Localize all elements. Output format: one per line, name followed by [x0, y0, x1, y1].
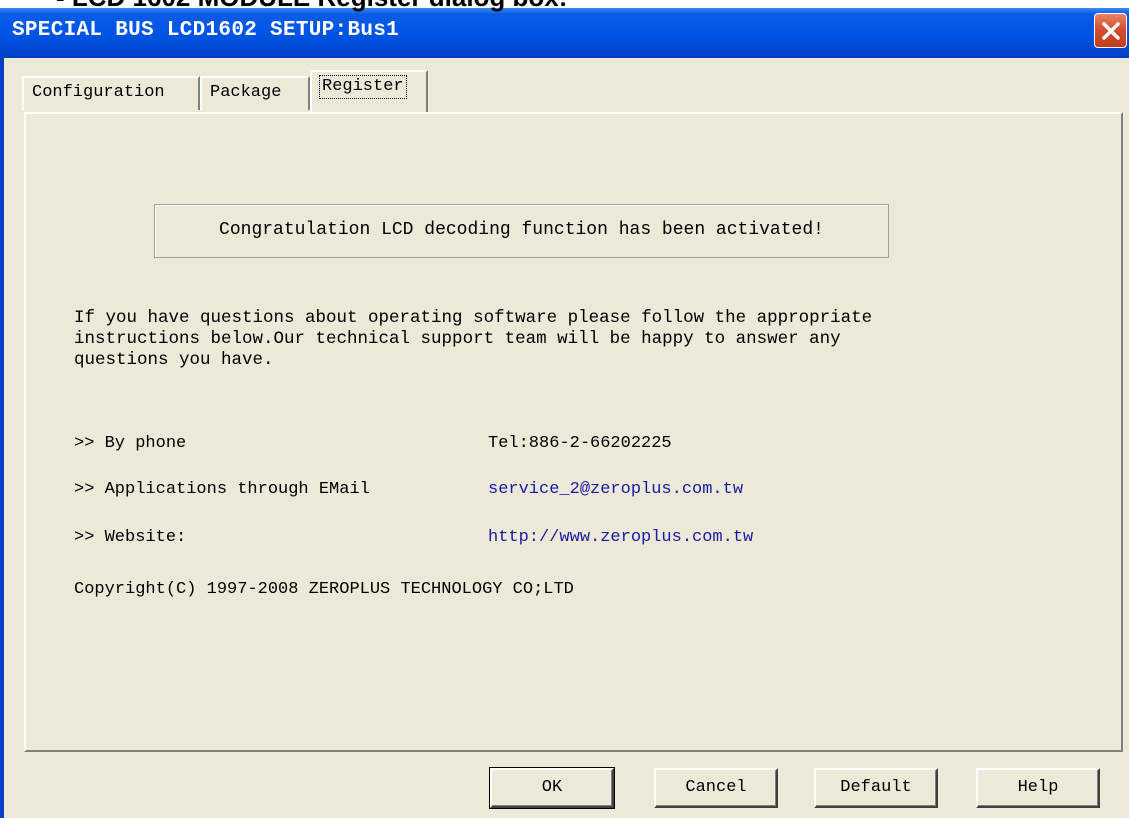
copyright-text: Copyright(C) 1997-2008 ZEROPLUS TECHNOLO… — [74, 580, 574, 599]
email-link[interactable]: service_2@zeroplus.com.tw — [488, 480, 743, 499]
contact-row-email: >> Applications through EMail — [74, 480, 370, 499]
default-button[interactable]: Default — [814, 768, 938, 808]
website-link[interactable]: http://www.zeroplus.com.tw — [488, 528, 753, 547]
tab-label: Package — [210, 83, 282, 102]
tab-package[interactable]: Package — [200, 76, 310, 110]
cancel-button[interactable]: Cancel — [654, 768, 778, 808]
register-panel: Congratulation LCD decoding function has… — [24, 112, 1123, 752]
tab-label: Configuration — [32, 83, 165, 102]
contact-label: >> By phone — [74, 434, 187, 453]
close-button[interactable] — [1094, 13, 1127, 48]
intro-line: instructions below.Our technical support… — [74, 329, 841, 349]
screenshot: - LCD 1602 MODULE Register dialog box: S… — [0, 0, 1129, 818]
document-caption: - LCD 1602 MODULE Register dialog box: — [56, 0, 567, 10]
tab-register[interactable]: Register — [310, 70, 428, 112]
support-intro: If you have questions about operating so… — [74, 308, 1074, 371]
intro-line: questions you have. — [74, 350, 274, 370]
title-bar[interactable]: SPECIAL BUS LCD1602 SETUP:Bus1 — [0, 8, 1129, 58]
dialog-window: SPECIAL BUS LCD1602 SETUP:Bus1 Configura… — [0, 8, 1129, 818]
contact-row-phone: >> By phone — [74, 434, 186, 453]
close-icon — [1102, 22, 1120, 40]
tab-label: Register — [319, 75, 407, 99]
contact-label: >> Website: — [74, 528, 187, 547]
window-title: SPECIAL BUS LCD1602 SETUP:Bus1 — [12, 19, 400, 42]
help-button[interactable]: Help — [976, 768, 1100, 808]
phone-number: Tel:886-2-66202225 — [488, 434, 672, 453]
contact-row-website: >> Website: — [74, 528, 186, 547]
intro-line: If you have questions about operating so… — [74, 308, 873, 328]
activation-banner: Congratulation LCD decoding function has… — [154, 204, 889, 258]
contact-label: >> Applications through EMail — [74, 480, 370, 499]
tab-configuration[interactable]: Configuration — [22, 76, 200, 110]
ok-button[interactable]: OK — [489, 767, 615, 809]
